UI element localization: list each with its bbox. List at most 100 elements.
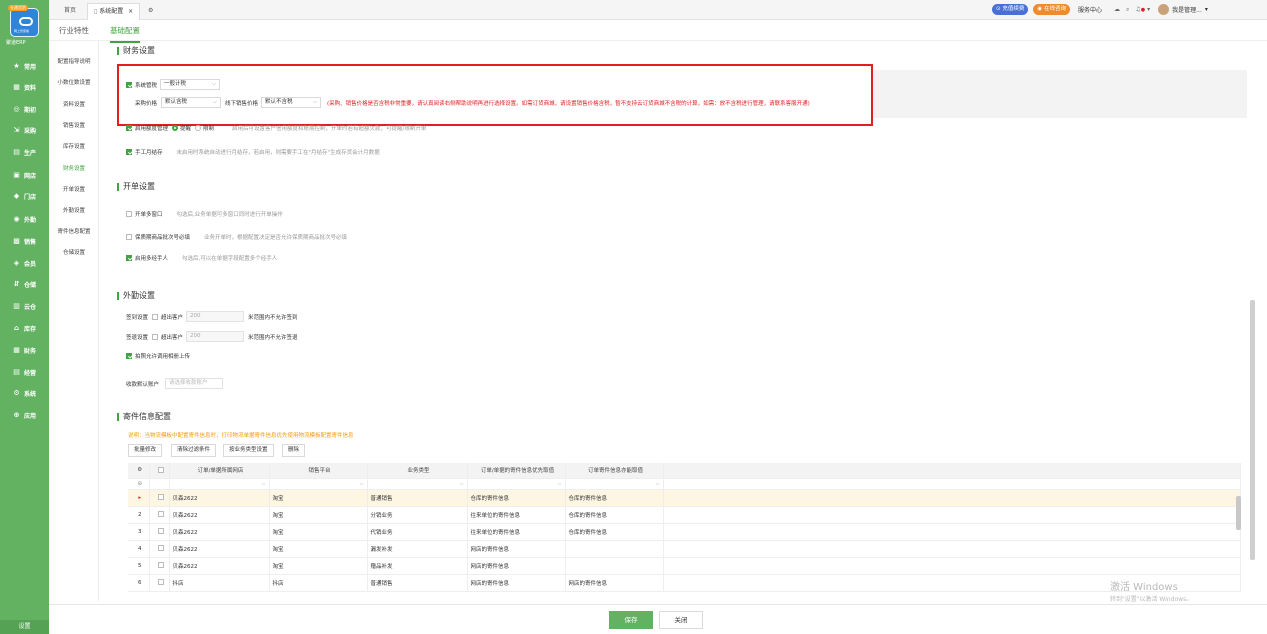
col-alternate[interactable]: 订单寄件信息亦能取值	[565, 463, 664, 479]
filter-platform[interactable]: ⌵	[269, 478, 368, 490]
checkout-distance-input[interactable]: 200	[186, 331, 245, 342]
sidebar-item-3[interactable]: ⇲ 采购	[0, 121, 49, 139]
col-type[interactable]: 业务类型	[367, 463, 468, 479]
table-row[interactable]: 4 贝森2622 淘宝 漏发补发 网店的寄件信息	[128, 540, 1241, 558]
chevron-down-icon[interactable]: ▾	[1147, 6, 1150, 13]
save-button[interactable]: 保存	[609, 611, 653, 629]
set-by-type-button[interactable]: 按业务类型设置	[223, 444, 274, 457]
consult-button[interactable]: ◉ 在线咨询	[1033, 4, 1070, 15]
table-row[interactable]: ▸ 贝森2622 淘宝 普通销售 仓库的寄件信息 仓库的寄件信息	[128, 489, 1241, 507]
filter-alternate[interactable]: ⌵	[565, 478, 664, 490]
row-select-checkbox[interactable]	[157, 579, 164, 586]
sidebar-item-10[interactable]: ⇵ 仓储	[0, 275, 49, 293]
user-name[interactable]: 我是管理...	[1172, 5, 1202, 14]
sidebar-item-label: 门店	[24, 193, 37, 201]
tab-basic-config[interactable]: 基础配置	[110, 25, 140, 43]
sidebar-item-4[interactable]: ▤ 生产	[0, 143, 49, 161]
row-select-checkbox[interactable]	[157, 494, 164, 501]
tab-industry[interactable]: 行业特性	[59, 25, 89, 36]
sidebar-item-12[interactable]: ⌂ 库存	[0, 319, 49, 337]
sidebar-item-9[interactable]: ◈ 会员	[0, 254, 49, 272]
sys-tax-checkbox[interactable]	[126, 81, 132, 88]
row-select-checkbox[interactable]	[157, 511, 164, 518]
tab-system-config[interactable]: ▯ 系统配置 ×	[87, 3, 141, 20]
settings-menu: 配置指导说明 小数位数设置 资料设置 销售设置 库存设置 财务设置 开单设置 外…	[49, 41, 99, 601]
delete-button[interactable]: 删除	[282, 444, 306, 457]
menu-sales[interactable]: 销售设置	[49, 121, 99, 129]
sidebar-item-8[interactable]: ▩ 销售	[0, 232, 49, 250]
sidebar-item-icon: ◉	[13, 214, 20, 223]
filter-store[interactable]: ⌵	[169, 478, 270, 490]
multi-handler-checkbox[interactable]	[126, 255, 132, 261]
search-icon[interactable]: ⌕	[1126, 6, 1129, 14]
photo-album-checkbox[interactable]	[126, 353, 132, 359]
row-select-checkbox[interactable]	[157, 545, 164, 552]
credit-checkbox[interactable]	[126, 125, 132, 131]
checkout-beyond-checkbox[interactable]	[152, 333, 159, 340]
table-scrollbar[interactable]	[1236, 496, 1241, 530]
menu-decimal[interactable]: 小数位数设置	[49, 78, 99, 86]
menu-shipping[interactable]: 寄件信息配置	[49, 227, 99, 235]
sidebar-item-11[interactable]: ▥ 云仓	[0, 297, 49, 315]
sidebar-item-7[interactable]: ◉ 外勤	[0, 210, 49, 228]
cloud-icon[interactable]: ☁	[1114, 6, 1120, 13]
checkin-beyond-checkbox[interactable]	[152, 313, 159, 320]
sidebar-item-5[interactable]: ▣ 网店	[0, 166, 49, 184]
service-center-link[interactable]: 服务中心	[1078, 5, 1102, 14]
menu-finance[interactable]: 财务设置	[49, 164, 99, 172]
account-input[interactable]: 请选择收款账户	[165, 378, 224, 389]
multi-window-checkbox[interactable]	[126, 211, 132, 217]
gear-icon[interactable]: ⚙	[142, 3, 159, 20]
close-tab-icon[interactable]: ×	[128, 8, 133, 15]
sidebar-item-6[interactable]: ◆ 门店	[0, 187, 49, 205]
settings-button[interactable]: 设置	[0, 620, 49, 634]
table-row[interactable]: 2 贝森2622 淘宝 分销业务 往来单位的寄件信息 仓库的寄件信息	[128, 506, 1241, 524]
clear-filter-button[interactable]: 清除过滤条件	[171, 444, 217, 457]
batch-checkbox[interactable]	[126, 234, 132, 240]
sidebar-item-13[interactable]: ▦ 财务	[0, 341, 49, 359]
user-menu-chevron-icon[interactable]: ▾	[1205, 6, 1208, 13]
table-row[interactable]: 5 贝森2622 淘宝 赠品补发 网店的寄件信息	[128, 557, 1241, 575]
sidebar-item-15[interactable]: ⚙ 系统	[0, 384, 49, 402]
col-platform[interactable]: 销售平台	[269, 463, 368, 479]
menu-order[interactable]: 开单设置	[49, 185, 99, 193]
offline-price-select[interactable]: 默认不含税	[261, 97, 322, 108]
menu-guide[interactable]: 配置指导说明	[49, 57, 99, 65]
col-store[interactable]: 订单/单据所属网店	[169, 463, 270, 479]
column-settings-icon[interactable]: ⚙	[128, 463, 150, 479]
sidebar-item-1[interactable]: ▦ 资料	[0, 78, 49, 96]
close-button[interactable]: 关闭	[659, 611, 703, 629]
sidebar-item-14[interactable]: ▤ 经营	[0, 363, 49, 381]
checkin-distance-input[interactable]: 200	[186, 311, 245, 322]
filter-icon[interactable]: ⊘	[128, 478, 150, 490]
avatar[interactable]	[1158, 4, 1170, 15]
row-select-checkbox[interactable]	[157, 562, 164, 569]
menu-warehouse[interactable]: 仓储设置	[49, 248, 99, 256]
col-priority[interactable]: 订单/单据的寄件信息优先取值	[467, 463, 566, 479]
manual-close-checkbox[interactable]	[126, 149, 132, 155]
menu-field[interactable]: 外勤设置	[49, 206, 99, 214]
table-row[interactable]: 6 抖店 抖店 普通销售 网店的寄件信息 网店的寄件信息	[128, 574, 1241, 592]
sidebar-item-2[interactable]: ◎ 期初	[0, 100, 49, 118]
menu-data[interactable]: 资料设置	[49, 100, 99, 108]
batch-label: 保质期商品批次号必填	[135, 235, 191, 241]
filter-type[interactable]: ⌵	[367, 478, 468, 490]
purchase-price-select[interactable]: 默认含税	[161, 97, 222, 108]
credit-limit-radio[interactable]	[195, 125, 202, 131]
page-scrollbar[interactable]	[1250, 300, 1255, 560]
tab-home[interactable]: 首页	[58, 3, 82, 20]
sys-tax-select[interactable]: 一般计税	[160, 79, 221, 90]
row-checkbox	[149, 506, 170, 524]
filter-priority[interactable]: ⌵	[467, 478, 566, 490]
select-all-checkbox[interactable]	[157, 467, 164, 473]
credit-remind-radio[interactable]	[172, 125, 179, 131]
row-number: 6	[128, 574, 150, 592]
sidebar-item-0[interactable]: ★ 常用	[0, 57, 49, 75]
recharge-button[interactable]: ⊙ 充值续费	[992, 4, 1029, 15]
menu-inventory[interactable]: 库存设置	[49, 142, 99, 150]
app-logo[interactable]: 仓建货贸 网上管家婆	[8, 5, 39, 37]
row-select-checkbox[interactable]	[157, 528, 164, 535]
table-row[interactable]: 3 贝森2622 淘宝 代销业务 往来单位的寄件信息 仓库的寄件信息	[128, 523, 1241, 541]
sidebar-item-16[interactable]: ⊕ 应用	[0, 406, 49, 424]
batch-edit-button[interactable]: 批量修改	[128, 444, 163, 457]
